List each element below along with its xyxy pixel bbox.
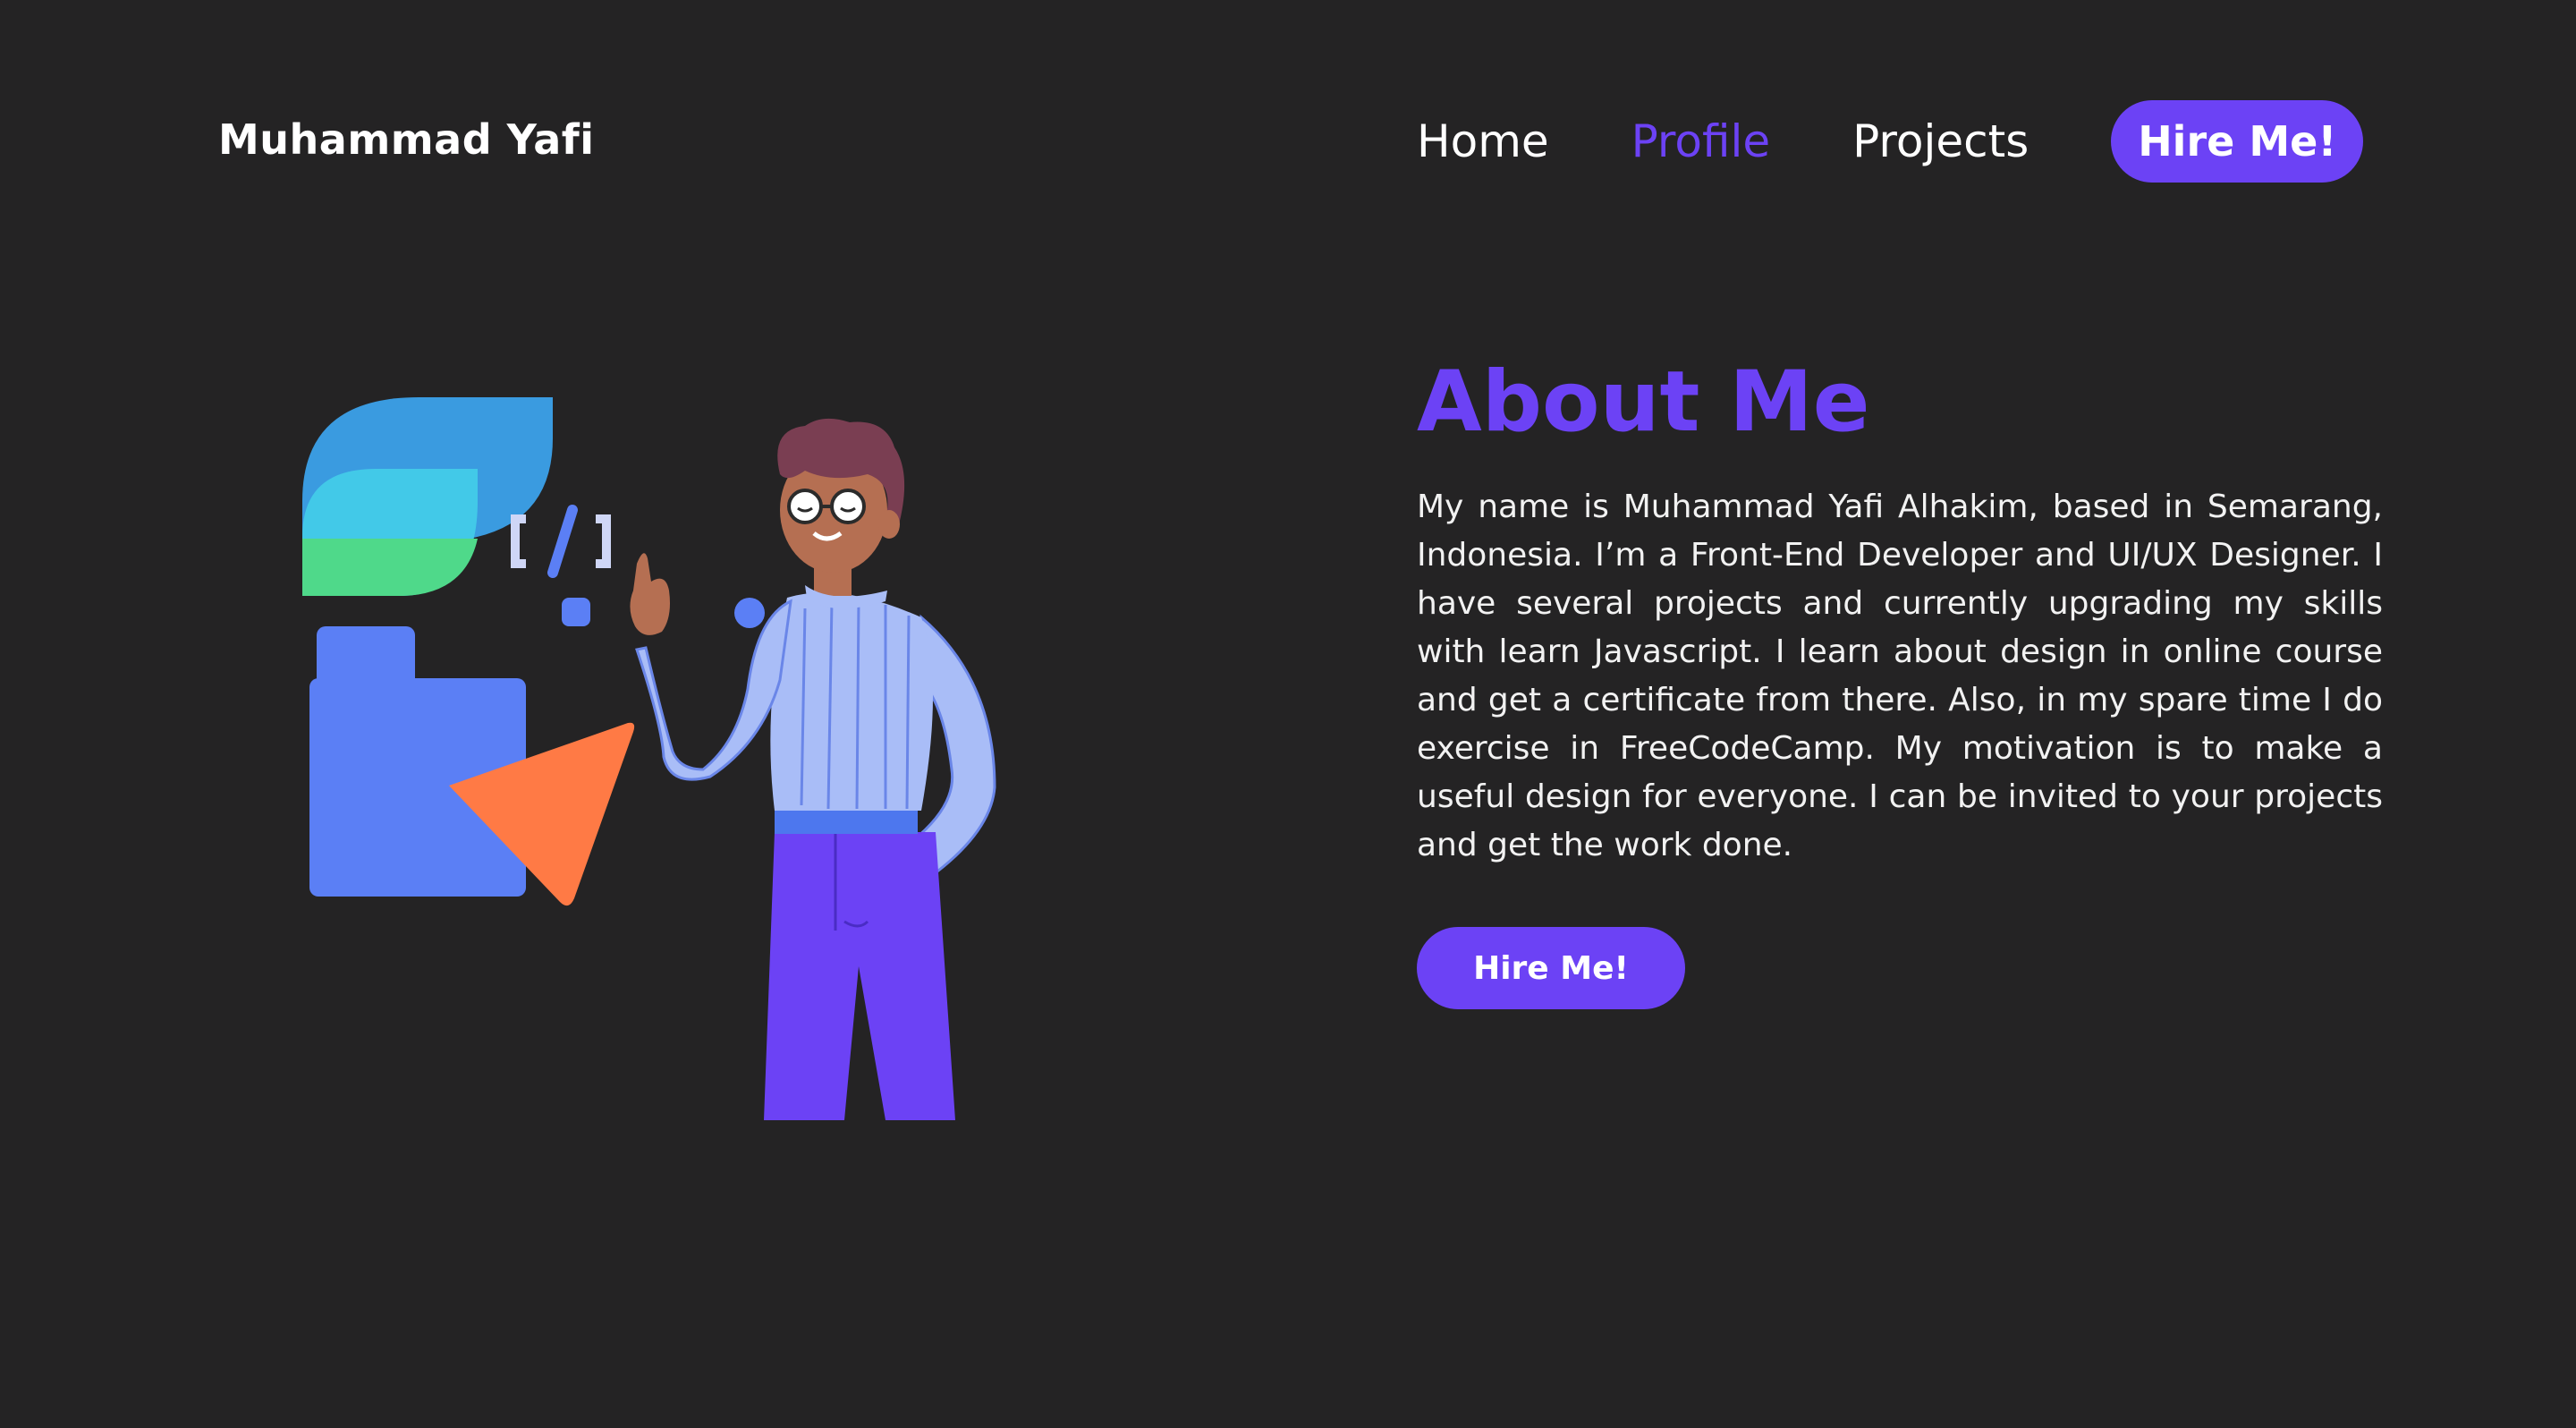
- nav-hire-button[interactable]: Hire Me!: [2111, 100, 2364, 183]
- page: Muhammad Yafi Home Profile Projects Hire…: [0, 0, 2576, 1428]
- main-nav: Home Profile Projects Hire Me!: [1417, 100, 2364, 183]
- developer-person-illustration: [630, 418, 996, 1120]
- nav-profile-link[interactable]: Profile: [1631, 115, 1770, 168]
- brand-name[interactable]: Muhammad Yafi: [218, 113, 595, 166]
- nav-home-link[interactable]: Home: [1417, 115, 1549, 168]
- developer-illustration: [302, 397, 996, 1120]
- about-paragraph: My name is Muhammad Yafi Alhakim, based …: [1417, 489, 2383, 863]
- nav-projects-link[interactable]: Projects: [1852, 115, 2029, 168]
- hire-me-button[interactable]: Hire Me!: [1417, 927, 1685, 1009]
- folder-shape-icon: [309, 626, 526, 897]
- about-title: About Me: [1417, 353, 1870, 451]
